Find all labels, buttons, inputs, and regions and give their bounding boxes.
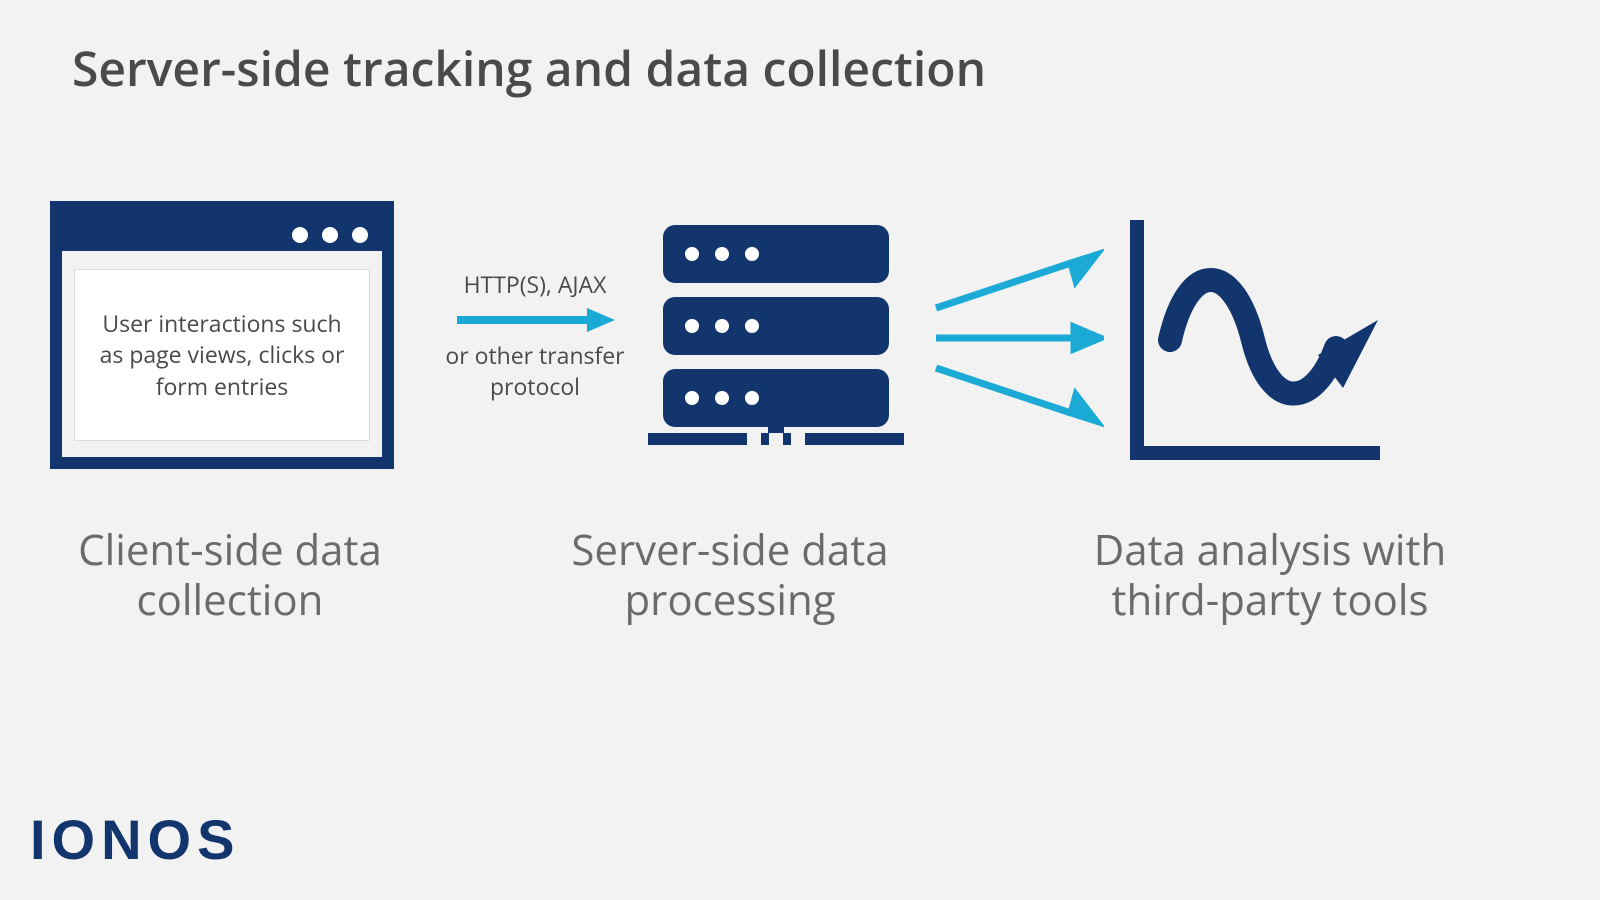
window-dot bbox=[292, 227, 308, 243]
caption-analysis: Data analysis with third-party tools bbox=[1050, 525, 1490, 626]
server-plate-seg bbox=[761, 433, 769, 445]
browser-content-text: User interactions such as page views, cl… bbox=[89, 308, 355, 401]
diagram-page: Server-side tracking and data collection… bbox=[0, 0, 1600, 900]
server-led bbox=[715, 391, 729, 405]
server-plate-seg bbox=[783, 433, 791, 445]
server-led bbox=[715, 319, 729, 333]
server-led bbox=[745, 247, 759, 261]
ionos-logo: IONOS bbox=[30, 807, 240, 872]
window-controls bbox=[292, 227, 368, 243]
browser-content: User interactions such as page views, cl… bbox=[74, 269, 370, 441]
browser-window-icon: User interactions such as page views, cl… bbox=[50, 201, 394, 469]
captions-row: Client-side data collection Server-side … bbox=[0, 525, 1600, 626]
connector-label-bottom: or other transfer protocol bbox=[430, 340, 640, 402]
server-plate-seg bbox=[648, 433, 747, 445]
server-unit bbox=[663, 297, 889, 355]
connector-server-to-analysis bbox=[926, 223, 1104, 448]
server-stack-icon bbox=[646, 225, 906, 445]
fanout-arrows-icon bbox=[926, 223, 1104, 443]
connector-client-to-server: HTTP(S), AJAX or other transfer protocol bbox=[430, 268, 640, 402]
page-title: Server-side tracking and data collection bbox=[72, 36, 986, 101]
caption-server: Server-side data processing bbox=[510, 525, 950, 626]
window-dot bbox=[322, 227, 338, 243]
server-base bbox=[648, 433, 904, 445]
browser-titlebar bbox=[62, 213, 382, 251]
analytics-chart-icon bbox=[1118, 210, 1388, 460]
caption-client: Client-side data collection bbox=[30, 525, 430, 626]
server-led bbox=[685, 247, 699, 261]
server-led bbox=[745, 391, 759, 405]
server-led bbox=[685, 319, 699, 333]
server-plate bbox=[648, 433, 904, 445]
arrow-right-icon bbox=[455, 306, 615, 334]
server-stem bbox=[768, 399, 784, 433]
server-unit bbox=[663, 225, 889, 283]
window-dot bbox=[352, 227, 368, 243]
server-led bbox=[685, 391, 699, 405]
diagram-row: User interactions such as page views, cl… bbox=[50, 195, 1550, 475]
server-led bbox=[745, 319, 759, 333]
server-led bbox=[715, 247, 729, 261]
connector-label-top: HTTP(S), AJAX bbox=[464, 268, 607, 300]
server-plate-seg bbox=[805, 433, 904, 445]
